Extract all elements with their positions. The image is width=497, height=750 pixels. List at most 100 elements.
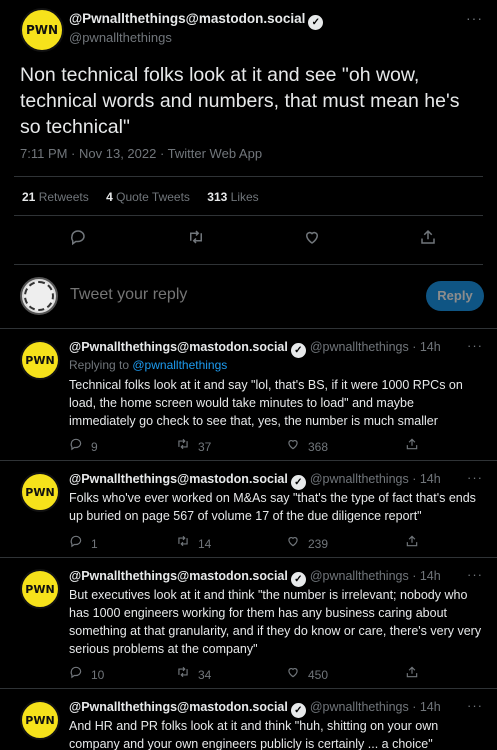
share-action[interactable]: [405, 437, 421, 454]
tweet-body: Non technical folks look at it and see "…: [20, 64, 460, 138]
reply-text: Folks who've ever worked on M&As say "th…: [69, 491, 476, 523]
handle-time[interactable]: @pwnallthethings · 14h: [310, 700, 441, 714]
reply-input[interactable]: [70, 286, 400, 304]
retweets-label: Retweets: [38, 190, 89, 204]
like-action[interactable]: 368: [286, 437, 328, 454]
retweet-action[interactable]: 34: [176, 665, 211, 682]
avatar-logo: PWN: [25, 23, 59, 37]
avatar-logo: PWN: [25, 485, 55, 499]
reply-actions: 10 34 450: [69, 665, 489, 682]
reply-button[interactable]: Reply: [426, 281, 484, 311]
avatar[interactable]: PWN: [20, 569, 60, 609]
divider: [14, 176, 483, 177]
like-action[interactable]: 239: [286, 534, 328, 551]
replying-to-link[interactable]: @pwnallthethings: [132, 358, 227, 372]
reply-action[interactable]: 9: [69, 437, 98, 454]
verified-icon: ✓: [290, 572, 306, 587]
retweet-action[interactable]: 14: [176, 534, 211, 551]
display-name-text[interactable]: @Pwnallthethings@mastodon.social: [69, 11, 305, 26]
avatar-logo: PWN: [25, 353, 55, 367]
current-user-avatar[interactable]: [20, 277, 58, 315]
handle-time[interactable]: @pwnallthethings · 14h: [310, 472, 441, 486]
more-options-icon[interactable]: ···: [467, 470, 483, 485]
divider: [0, 557, 497, 558]
avatar[interactable]: PWN: [20, 472, 60, 512]
reply-text: And HR and PR folks look at it and think…: [69, 719, 439, 750]
display-name[interactable]: @Pwnallthethings@mastodon.social: [69, 700, 288, 714]
retweet-count: 37: [198, 440, 212, 454]
comment-icon[interactable]: [68, 228, 88, 248]
retweets-stat[interactable]: 21 Retweets: [22, 190, 89, 204]
more-options-icon[interactable]: ···: [467, 338, 483, 353]
comment-icon: [69, 534, 85, 551]
display-name[interactable]: @Pwnallthethings@mastodon.social: [69, 569, 288, 583]
display-name[interactable]: @Pwnallthethings@mastodon.social: [69, 340, 288, 354]
reply-actions: 1 14 239: [69, 534, 489, 551]
retweet-icon: [176, 665, 192, 682]
reply-count: 9: [91, 440, 98, 454]
divider: [0, 688, 497, 689]
heart-icon: [286, 437, 302, 454]
share-icon: [405, 665, 421, 682]
share-action[interactable]: [405, 534, 421, 551]
reply-text: But executives look at it and think "the…: [69, 588, 482, 656]
more-options-icon[interactable]: ···: [467, 567, 483, 582]
share-icon[interactable]: [418, 228, 438, 248]
share-action[interactable]: [405, 665, 421, 682]
divider: [14, 215, 483, 216]
reply-header: @Pwnallthethings@mastodon.social ✓ @pwnall…: [69, 340, 441, 358]
display-name[interactable]: @Pwnallthethings@mastodon.social ✓: [69, 11, 324, 30]
verified-icon: ✓: [290, 475, 306, 490]
retweet-action[interactable]: 37: [176, 437, 211, 454]
verified-icon: ✓: [308, 15, 324, 30]
heart-icon: [286, 665, 302, 682]
heart-icon[interactable]: [302, 228, 322, 248]
divider: [14, 264, 483, 265]
likes-stat[interactable]: 313 Likes: [207, 190, 258, 204]
replying-to: Replying to @pwnallthethings: [69, 358, 227, 372]
retweet-count: 14: [198, 537, 212, 551]
verified-icon: ✓: [290, 703, 306, 718]
quotes-label: Quote Tweets: [116, 190, 190, 204]
avatar[interactable]: PWN: [20, 340, 60, 380]
handle-time[interactable]: @pwnallthethings · 14h: [310, 340, 441, 354]
like-count: 368: [308, 440, 329, 454]
comment-icon: [69, 665, 85, 682]
comment-icon: [69, 437, 85, 454]
reply-text: Technical folks look at it and say "lol,…: [69, 378, 463, 428]
divider: [0, 460, 497, 461]
more-options-icon[interactable]: ···: [466, 10, 483, 26]
handle-time[interactable]: @pwnallthethings · 14h: [310, 569, 441, 583]
heart-icon: [286, 534, 302, 551]
tweet-meta: 7:11 PM · Nov 13, 2022 · Twitter Web App: [20, 146, 263, 161]
reply-actions: 9 37 368: [69, 437, 489, 454]
likes-count: 313: [207, 190, 228, 204]
likes-label: Likes: [230, 190, 259, 204]
share-icon: [405, 437, 421, 454]
quotes-stat[interactable]: 4 Quote Tweets: [106, 190, 190, 204]
display-name[interactable]: @Pwnallthethings@mastodon.social: [69, 472, 288, 486]
reply-count: 1: [91, 537, 98, 551]
seal-logo: [24, 281, 54, 311]
handle[interactable]: @pwnallthethings: [69, 30, 172, 45]
retweets-count: 21: [22, 190, 36, 204]
like-count: 239: [308, 537, 329, 551]
retweet-icon: [176, 437, 192, 454]
reply-header: @Pwnallthethings@mastodon.social ✓ @pwnall…: [69, 569, 441, 587]
reply-action[interactable]: 10: [69, 665, 104, 682]
reply-action[interactable]: 1: [69, 534, 98, 551]
avatar-logo: PWN: [25, 713, 55, 727]
more-options-icon[interactable]: ···: [467, 698, 483, 713]
share-icon: [405, 534, 421, 551]
like-action[interactable]: 450: [286, 665, 328, 682]
avatar[interactable]: PWN: [20, 700, 60, 740]
retweet-icon[interactable]: [186, 228, 206, 248]
reply-count: 10: [91, 668, 105, 682]
avatar[interactable]: PWN: [20, 8, 64, 52]
retweet-count: 34: [198, 668, 212, 682]
reply-header: @Pwnallthethings@mastodon.social ✓ @pwnall…: [69, 700, 441, 718]
tweet-actions: [0, 228, 497, 248]
replying-to-label: Replying to: [69, 358, 133, 372]
reply-header: @Pwnallthethings@mastodon.social ✓ @pwnall…: [69, 472, 441, 490]
retweet-icon: [176, 534, 192, 551]
